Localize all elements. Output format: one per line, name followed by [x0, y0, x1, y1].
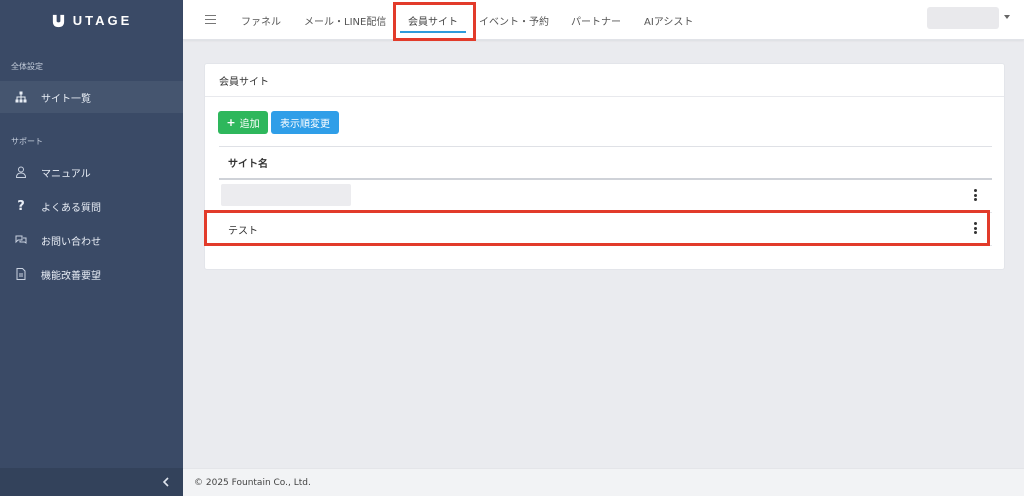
add-button-label: 追加	[239, 119, 260, 130]
sidebar-item-site-list[interactable]: サイト一覧	[0, 81, 183, 113]
table-header-border	[219, 178, 992, 180]
sidebar-item-label: お問い合わせ	[41, 236, 101, 248]
footer: © 2025 Fountain Co., Ltd.	[183, 468, 1024, 496]
card-divider	[205, 96, 1004, 97]
tab-ai-assist[interactable]: AIアシスト	[644, 0, 693, 40]
reorder-button-label: 表示順変更	[280, 119, 330, 130]
brand-name: UTAGE	[72, 12, 133, 28]
add-button[interactable]: + 追加	[218, 111, 268, 134]
document-icon	[14, 267, 28, 281]
more-options-icon[interactable]	[974, 189, 977, 201]
reorder-button[interactable]: 表示順変更	[271, 111, 339, 134]
sidebar-item-label: サイト一覧	[41, 93, 91, 105]
top-navigation: ファネル メール・LINE配信 会員サイト イベント・予約 パートナー AIアシ…	[183, 0, 1024, 40]
section-label-support: サポート	[11, 137, 43, 146]
tab-funnel[interactable]: ファネル	[241, 0, 281, 40]
sidebar-item-contact[interactable]: お問い合わせ	[0, 224, 183, 256]
question-icon: ?	[17, 198, 25, 214]
sidebar-item-manual[interactable]: マニュアル	[0, 156, 183, 188]
tab-partner[interactable]: パートナー	[571, 0, 621, 40]
sidebar: UTAGE 全体設定 サイト一覧 サポート マニュアル ? よくある質問 お問い…	[0, 0, 183, 496]
copyright-text: © 2025 Fountain Co., Ltd.	[194, 477, 311, 488]
card-title: 会員サイト	[219, 77, 269, 88]
plus-icon: +	[226, 116, 236, 129]
chevron-left-icon[interactable]	[162, 477, 170, 487]
caret-down-icon[interactable]	[1004, 15, 1010, 19]
sidebar-collapse-bar[interactable]	[0, 468, 183, 496]
table-divider	[219, 146, 992, 147]
sidebar-item-faq[interactable]: ? よくある質問	[0, 190, 183, 222]
tab-mail-line[interactable]: メール・LINE配信	[304, 0, 386, 40]
sidebar-item-feature-request[interactable]: 機能改善要望	[0, 258, 183, 290]
chat-icon	[14, 233, 28, 247]
logo[interactable]: UTAGE	[0, 0, 183, 40]
sitemap-icon	[14, 90, 28, 104]
highlight-box-row	[204, 210, 990, 246]
sidebar-item-label: マニュアル	[41, 168, 91, 180]
user-menu[interactable]	[927, 7, 999, 29]
hamburger-icon[interactable]	[205, 14, 216, 25]
user-icon	[14, 165, 28, 179]
sidebar-item-label: 機能改善要望	[41, 270, 101, 282]
table-row-site-name-redacted[interactable]	[221, 184, 351, 206]
highlight-box-tab	[393, 2, 476, 41]
sidebar-item-label: よくある質問	[41, 202, 101, 214]
section-label-general: 全体設定	[11, 62, 43, 71]
column-header-site-name: サイト名	[228, 159, 268, 170]
tab-event-booking[interactable]: イベント・予約	[479, 0, 549, 40]
brand-logo-icon	[52, 14, 64, 27]
